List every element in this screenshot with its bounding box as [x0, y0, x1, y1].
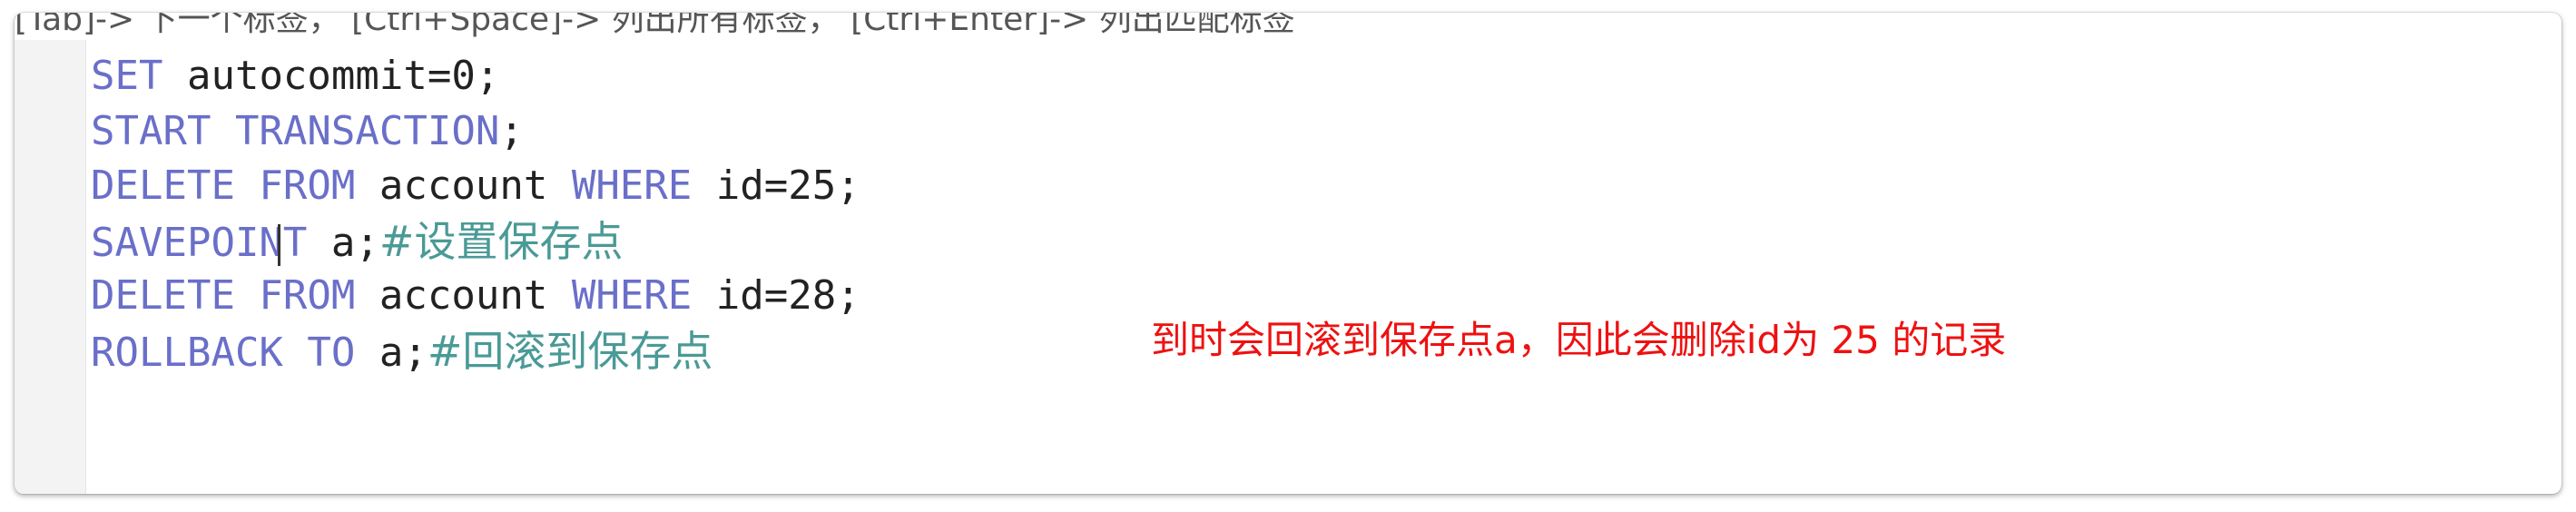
sql-keyword: START TRANSACTION: [91, 107, 500, 154]
sql-text: autocommit=0;: [162, 53, 500, 99]
code-line[interactable]: DELETE FROM account WHERE id=25;: [91, 159, 2561, 214]
code-line[interactable]: START TRANSACTION;: [91, 104, 2561, 160]
sql-text: account: [355, 272, 572, 319]
code-line[interactable]: SET autocommit=0;: [91, 49, 2561, 104]
code-line[interactable]: SAVEPOINT a;#设置保存点: [91, 214, 2561, 270]
sql-editor[interactable]: SET autocommit=0; START TRANSACTION; DELET…: [91, 49, 2561, 494]
sql-text: a;: [355, 329, 428, 376]
sql-keyword: WHERE: [571, 272, 693, 319]
shortcut-hint-bar: [Tab]-> 下一个标签， [Ctrl+Space]-> 列出所有标签， [C…: [15, 13, 1295, 38]
editor-window: [Tab]-> 下一个标签， [Ctrl+Space]-> 列出所有标签， [C…: [15, 13, 2561, 494]
sql-text: id=28;: [692, 272, 860, 319]
sql-text: ;: [499, 107, 524, 154]
sql-keyword: SAVEPOINT: [91, 219, 308, 266]
sql-keyword: DELETE FROM: [91, 272, 356, 319]
line-gutter: [15, 40, 86, 494]
sql-comment: #回滚到保存点: [427, 326, 713, 376]
sql-text: account: [355, 162, 572, 209]
sql-keyword: DELETE FROM: [91, 162, 356, 209]
sql-text: a;: [307, 219, 379, 266]
sql-keyword: SET: [91, 53, 163, 99]
sql-keyword: WHERE: [571, 162, 693, 209]
sql-keyword: ROLLBACK TO: [91, 329, 356, 376]
text-cursor: [277, 223, 280, 266]
sql-text: id=25;: [692, 162, 860, 209]
sql-comment: #设置保存点: [379, 216, 624, 266]
annotation-note: 到时会回滚到保存点a，因此会删除id为 25 的记录: [1151, 318, 2007, 362]
